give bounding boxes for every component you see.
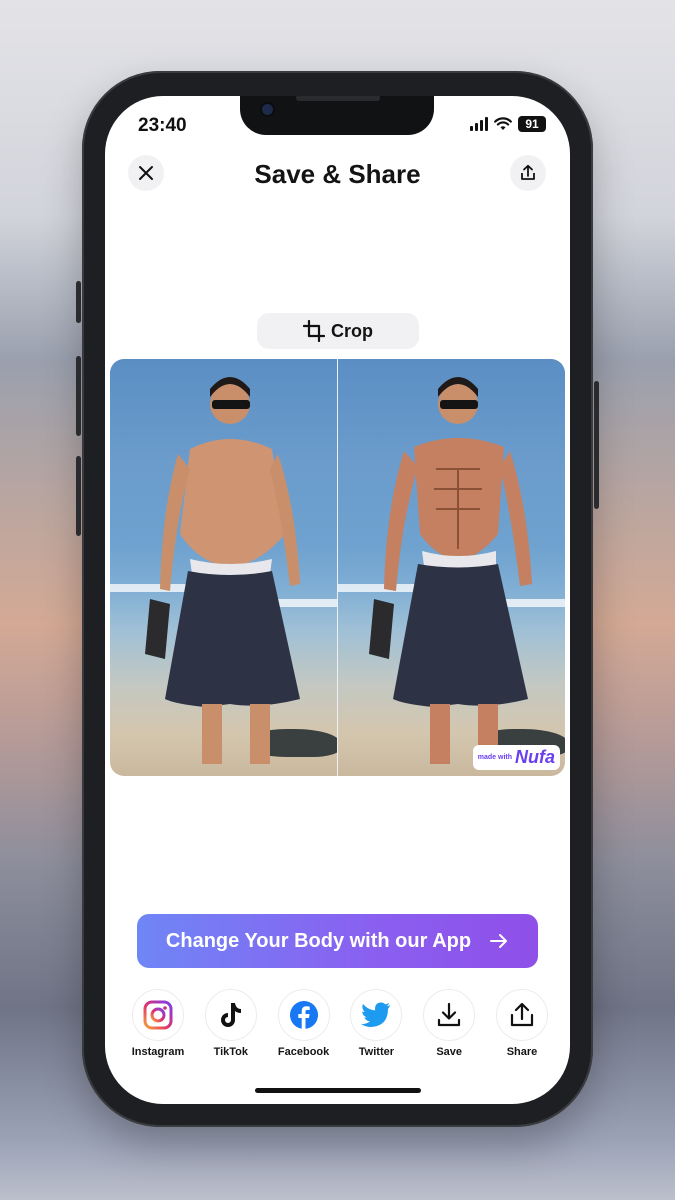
- crop-label: Crop: [331, 320, 373, 341]
- nufa-watermark: made with Nufa: [472, 745, 560, 770]
- share-share[interactable]: Share: [489, 989, 555, 1058]
- arrow-right-icon: [490, 934, 508, 948]
- export-button[interactable]: [510, 155, 546, 191]
- nufa-brand: Nufa: [515, 747, 555, 767]
- tiktok-icon: [220, 1003, 241, 1027]
- download-icon: [438, 1002, 461, 1027]
- crop-button[interactable]: Crop: [257, 313, 419, 349]
- facebook-icon: [289, 1001, 318, 1029]
- before-after-comparison: made with Nufa: [110, 359, 565, 776]
- share-save[interactable]: Save: [416, 989, 482, 1058]
- cta-label: Change Your Body with our App: [165, 929, 472, 952]
- signal-icon: [470, 117, 488, 131]
- twitter-icon: [361, 1002, 391, 1027]
- home-indicator: [255, 1088, 421, 1093]
- battery-indicator: 91: [518, 116, 546, 132]
- share-facebook[interactable]: Facebook: [271, 989, 337, 1058]
- status-icons: 91: [470, 116, 546, 132]
- page-title: Save & Share: [254, 159, 421, 189]
- share-options: Instagram TikTok Facebook Twitter Save S…: [125, 989, 555, 1058]
- share-icon: [510, 1002, 534, 1027]
- before-photo: [110, 359, 337, 776]
- share-twitter[interactable]: Twitter: [343, 989, 409, 1058]
- notch: [240, 96, 434, 135]
- app-screen: 23:40 91 Save & Share Crop made with Nuf…: [105, 96, 570, 1104]
- share-instagram[interactable]: Instagram: [125, 989, 191, 1058]
- crop-icon: [303, 320, 325, 342]
- share-tiktok[interactable]: TikTok: [198, 989, 264, 1058]
- wifi-icon: [494, 117, 512, 130]
- camera-icon: [262, 104, 273, 115]
- upload-icon: [521, 164, 535, 180]
- instagram-icon: [143, 1000, 173, 1030]
- change-body-cta-button[interactable]: Change Your Body with our App: [137, 914, 538, 968]
- status-time: 23:40: [138, 115, 187, 136]
- after-photo: made with Nufa: [338, 359, 565, 776]
